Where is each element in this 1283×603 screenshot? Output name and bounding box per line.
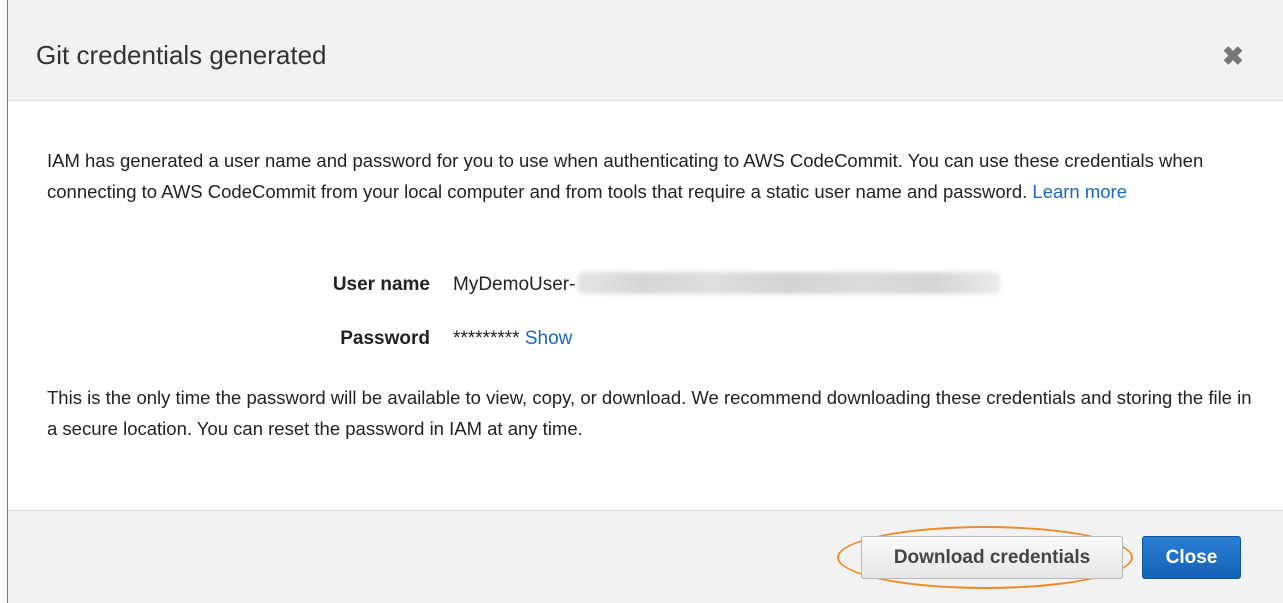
- page: Git credentials generated ✖ IAM has gene…: [0, 0, 1283, 603]
- user-name-label: User name: [332, 274, 430, 295]
- dialog-header: Git credentials generated ✖: [8, 0, 1283, 101]
- learn-more-link[interactable]: Learn more: [1032, 181, 1127, 202]
- notice-paragraph: This is the only time the password will …: [47, 387, 1252, 439]
- user-name-text: MyDemoUser-: [453, 274, 576, 295]
- user-name-row: User name MyDemoUser-: [8, 270, 1283, 300]
- dialog-title: Git credentials generated: [36, 40, 327, 70]
- intro-paragraph: IAM has generated a user name and passwo…: [47, 146, 1262, 207]
- password-value: ********* Show: [453, 324, 572, 354]
- password-masked: *********: [453, 328, 520, 349]
- close-icon[interactable]: ✖: [1219, 42, 1247, 70]
- window-edge: [0, 0, 8, 603]
- download-credentials-button[interactable]: Download credentials: [861, 536, 1123, 579]
- git-credentials-dialog: Git credentials generated ✖ IAM has gene…: [8, 0, 1283, 603]
- intro-text: IAM has generated a user name and passwo…: [47, 150, 1204, 202]
- user-name-value: MyDemoUser-: [453, 270, 1001, 300]
- show-password-link[interactable]: Show: [525, 328, 573, 349]
- dialog-footer: Download credentials Close: [8, 510, 1283, 603]
- password-label: Password: [340, 328, 430, 349]
- close-button[interactable]: Close: [1142, 536, 1241, 579]
- password-row: Password ********* Show: [8, 324, 1283, 354]
- redacted-user-name: [577, 271, 1001, 294]
